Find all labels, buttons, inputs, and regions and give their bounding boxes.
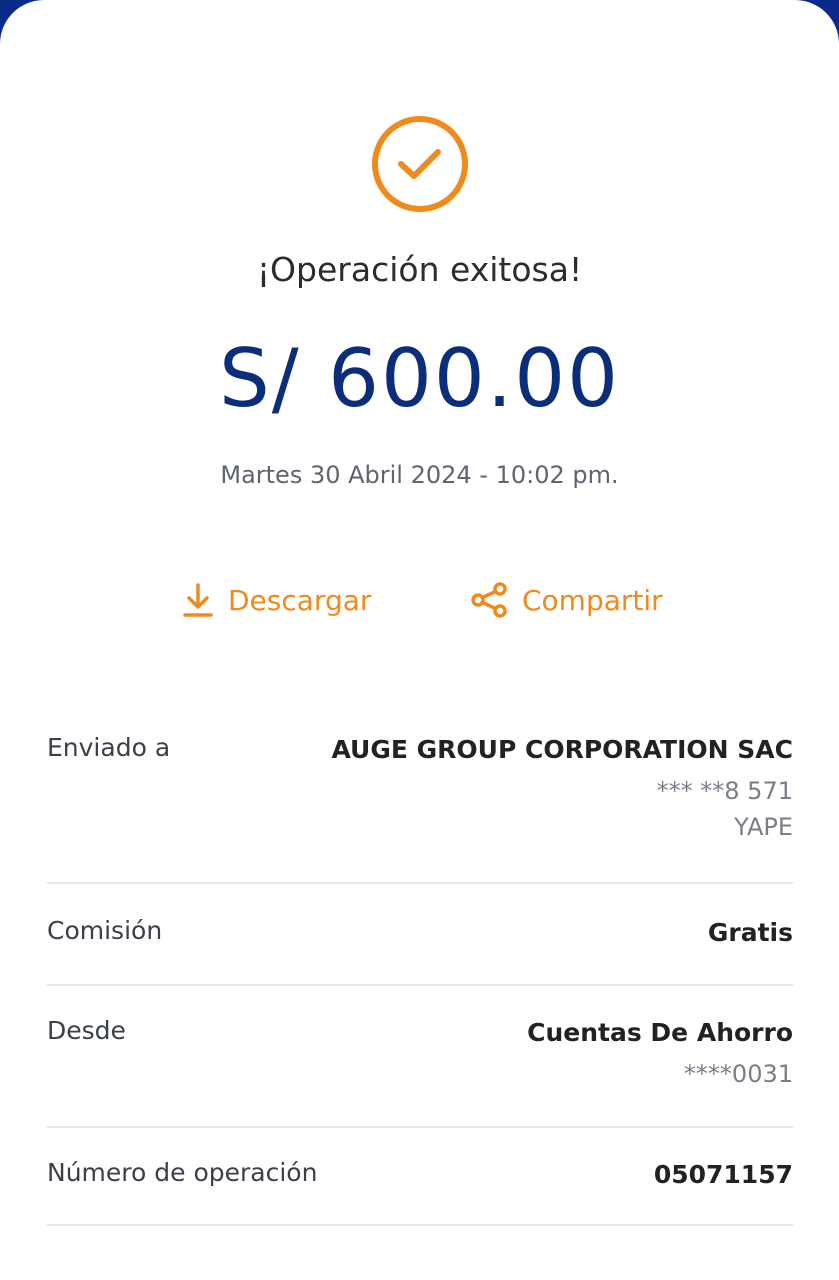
operation-label: Número de operación: [47, 1158, 318, 1187]
download-label: Descargar: [228, 583, 372, 617]
from-label: Desde: [47, 1016, 126, 1045]
from-account-number: ****0031: [683, 1060, 793, 1088]
from-row: Desde Cuentas De Ahorro ****0031: [47, 1016, 793, 1128]
amount: S/ 600.00: [218, 332, 621, 425]
operation-row: Número de operación 05071157: [47, 1158, 793, 1226]
download-button[interactable]: Descargar: [182, 578, 371, 622]
download-icon: [183, 583, 213, 617]
recipient-channel: YAPE: [734, 813, 793, 841]
commission-row: Comisión Gratis: [47, 916, 793, 986]
from-account: Cuentas De Ahorro: [527, 1018, 793, 1047]
success-check-icon: [370, 114, 470, 214]
commission-label: Comisión: [47, 916, 163, 945]
commission-value: Gratis: [707, 918, 793, 947]
status-title: ¡Operación exitosa!: [256, 250, 583, 289]
sent-to-label: Enviado a: [47, 733, 171, 762]
receipt-card: ¡Operación exitosa! S/ 600.00 Martes 30 …: [0, 0, 839, 1280]
share-button[interactable]: Compartir: [470, 578, 663, 622]
recipient-name: AUGE GROUP CORPORATION SAC: [331, 735, 793, 764]
datetime: Martes 30 Abril 2024 - 10:02 pm.: [220, 461, 619, 489]
sent-to-row: Enviado a AUGE GROUP CORPORATION SAC ***…: [47, 733, 793, 884]
share-label: Compartir: [522, 583, 663, 617]
recipient-phone: *** **8 571: [656, 777, 793, 805]
share-icon: [471, 582, 507, 618]
operation-number: 05071157: [653, 1160, 793, 1189]
